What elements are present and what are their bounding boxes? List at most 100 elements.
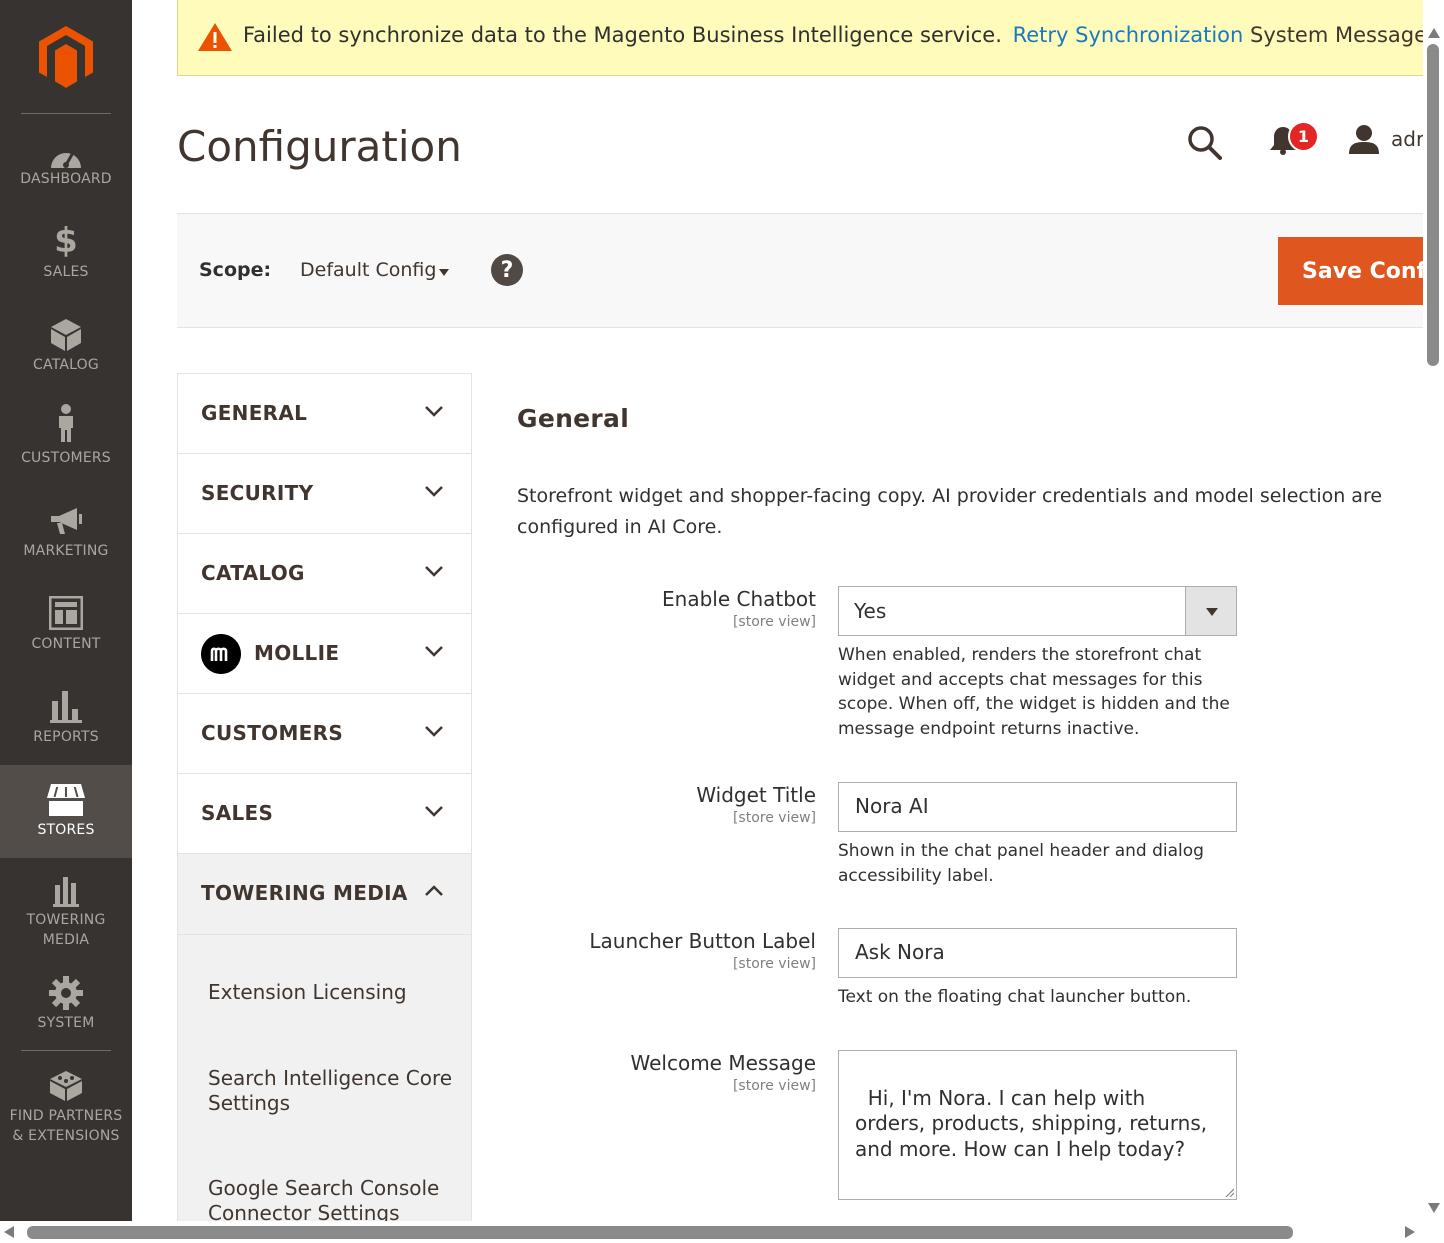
nav-label: SYSTEM: [37, 1015, 95, 1031]
help-icon[interactable]: ?: [491, 254, 523, 286]
chevron-down-icon: [425, 406, 443, 417]
scope-bar: Scope: Default Config ? Save Conf: [177, 213, 1423, 328]
tab-item-google-search-console[interactable]: Google Search Console Connector Settings: [208, 1176, 458, 1221]
tab-sales[interactable]: SALES: [178, 774, 471, 854]
nav-label: SALES: [43, 264, 89, 280]
system-message-bar: Failed to synchronize data to the Magent…: [177, 0, 1423, 76]
mollie-logo-icon: [201, 634, 241, 674]
dollar-icon: $: [54, 221, 78, 261]
scope-label: Scope:: [199, 259, 272, 281]
nav-marketing[interactable]: MARKETING: [0, 486, 132, 579]
caret-down-icon[interactable]: [439, 269, 449, 276]
scroll-right-icon[interactable]: [1405, 1226, 1415, 1238]
section-title: General: [517, 404, 630, 433]
storefront-icon: [46, 780, 86, 820]
field-note: When enabled, renders the storefront cha…: [838, 645, 1230, 739]
nav-label: DASHBOARD: [20, 171, 112, 187]
field-scope: [store view]: [732, 810, 816, 826]
box-icon: [46, 315, 86, 355]
scope-switcher[interactable]: Default Config: [300, 259, 436, 281]
nav-label: TOWERING: [26, 912, 106, 928]
nav-label: STORES: [37, 822, 95, 838]
chevron-down-icon: [425, 806, 443, 817]
field-note: Text on the floating chat launcher butto…: [838, 987, 1192, 1007]
nav-label: REPORTS: [33, 729, 99, 745]
system-message-text: Failed to synchronize data to the Magent…: [243, 23, 1243, 47]
user-icon[interactable]: [1349, 124, 1379, 154]
nav-label: FIND PARTNERS: [9, 1108, 123, 1124]
welcome-message-textarea[interactable]: Hi, I'm Nora. I can help with orders, pr…: [838, 1050, 1237, 1200]
chevron-down-icon: [425, 486, 443, 497]
tab-item-extension-licensing[interactable]: Extension Licensing: [208, 980, 407, 1005]
field-label: Welcome Message: [630, 1051, 817, 1075]
page-title: Configuration: [177, 122, 462, 171]
nav-sales[interactable]: $ SALES: [0, 207, 132, 300]
enable-chatbot-select[interactable]: Yes: [838, 586, 1237, 636]
gear-icon: [46, 973, 86, 1013]
section-description: Storefront widget and shopper-facing cop…: [517, 485, 1383, 538]
tab-security[interactable]: SECURITY: [178, 454, 471, 534]
scroll-left-icon[interactable]: [4, 1226, 14, 1238]
blocks-icon: [46, 1065, 86, 1105]
scroll-down-icon[interactable]: [1428, 1203, 1440, 1213]
nav-customers[interactable]: CUSTOMERS: [0, 393, 132, 486]
chevron-up-icon: [425, 885, 443, 896]
nav-label: MEDIA: [42, 932, 90, 948]
tab-title: TOWERING MEDIA: [201, 881, 408, 905]
save-config-button[interactable]: Save Conf: [1278, 237, 1423, 305]
chevron-down-icon: [425, 646, 443, 657]
field-label: Widget Title: [696, 783, 816, 807]
nav-label: & EXTENSIONS: [12, 1128, 120, 1144]
system-messages-toggle[interactable]: System Messages: [1250, 23, 1423, 47]
select-toggle[interactable]: [1185, 587, 1236, 635]
search-icon[interactable]: [1186, 124, 1222, 160]
nav-reports[interactable]: REPORTS: [0, 672, 132, 765]
retry-sync-link[interactable]: Retry Synchronization: [1013, 23, 1244, 47]
nav-catalog[interactable]: CATALOG: [0, 300, 132, 393]
scroll-up-icon[interactable]: [1428, 28, 1440, 38]
tab-title: CATALOG: [201, 561, 305, 585]
admin-user-menu[interactable]: adr: [1391, 127, 1423, 151]
nav-towering-media[interactable]: TOWERING MEDIA: [0, 858, 132, 961]
tab-mollie[interactable]: MOLLIE: [178, 614, 471, 694]
tab-customers[interactable]: CUSTOMERS: [178, 694, 471, 774]
nav-label: CATALOG: [33, 357, 99, 373]
field-note: Shown in the chat panel header and dialo…: [838, 841, 1204, 886]
magento-logo[interactable]: [0, 0, 132, 114]
megaphone-icon: [46, 501, 86, 541]
nav-content[interactable]: CONTENT: [0, 579, 132, 672]
scroll-thumb[interactable]: [27, 1226, 1293, 1239]
nav-find-partners[interactable]: FIND PARTNERS & EXTENSIONS: [0, 1051, 132, 1154]
scroll-thumb[interactable]: [1427, 44, 1439, 366]
vertical-scrollbar[interactable]: [1423, 0, 1444, 1221]
tab-title: GENERAL: [201, 401, 308, 425]
admin-sidebar: DASHBOARD $ SALES CATALOG CUSTOMERS MARK…: [0, 0, 132, 1221]
tab-title: SALES: [201, 801, 274, 825]
towering-media-items: Extension Licensing Search Intelligence …: [178, 935, 471, 1221]
field-label: Launcher Button Label: [589, 929, 816, 953]
nav-stores[interactable]: STORES: [0, 765, 132, 858]
field-label: Enable Chatbot: [662, 587, 816, 611]
tab-general[interactable]: GENERAL: [178, 374, 471, 454]
notification-badge[interactable]: 1: [1288, 121, 1319, 152]
tab-item-search-intelligence[interactable]: Search Intelligence Core Settings: [208, 1066, 458, 1116]
launcher-label-input[interactable]: Ask Nora: [838, 928, 1237, 978]
caret-down-icon: [1206, 608, 1218, 616]
field-scope: [store view]: [732, 956, 816, 972]
chevron-down-icon: [425, 566, 443, 577]
resize-handle-icon[interactable]: [1224, 1187, 1234, 1197]
nav-label: CONTENT: [31, 636, 101, 652]
nav-system[interactable]: SYSTEM: [0, 961, 132, 1054]
nav-dashboard[interactable]: DASHBOARD: [0, 114, 132, 207]
layout-icon: [46, 593, 86, 633]
select-value: Yes: [854, 599, 887, 623]
nav-label: MARKETING: [23, 543, 109, 559]
tab-title: CUSTOMERS: [201, 721, 344, 745]
horizontal-scrollbar[interactable]: [0, 1221, 1423, 1243]
field-scope: [store view]: [732, 614, 816, 630]
magento-logo-icon: [39, 26, 93, 88]
tab-title: MOLLIE: [254, 641, 340, 665]
widget-title-input[interactable]: Nora AI: [838, 782, 1237, 832]
tab-catalog[interactable]: CATALOG: [178, 534, 471, 614]
tab-towering-media[interactable]: TOWERING MEDIA: [178, 854, 471, 935]
